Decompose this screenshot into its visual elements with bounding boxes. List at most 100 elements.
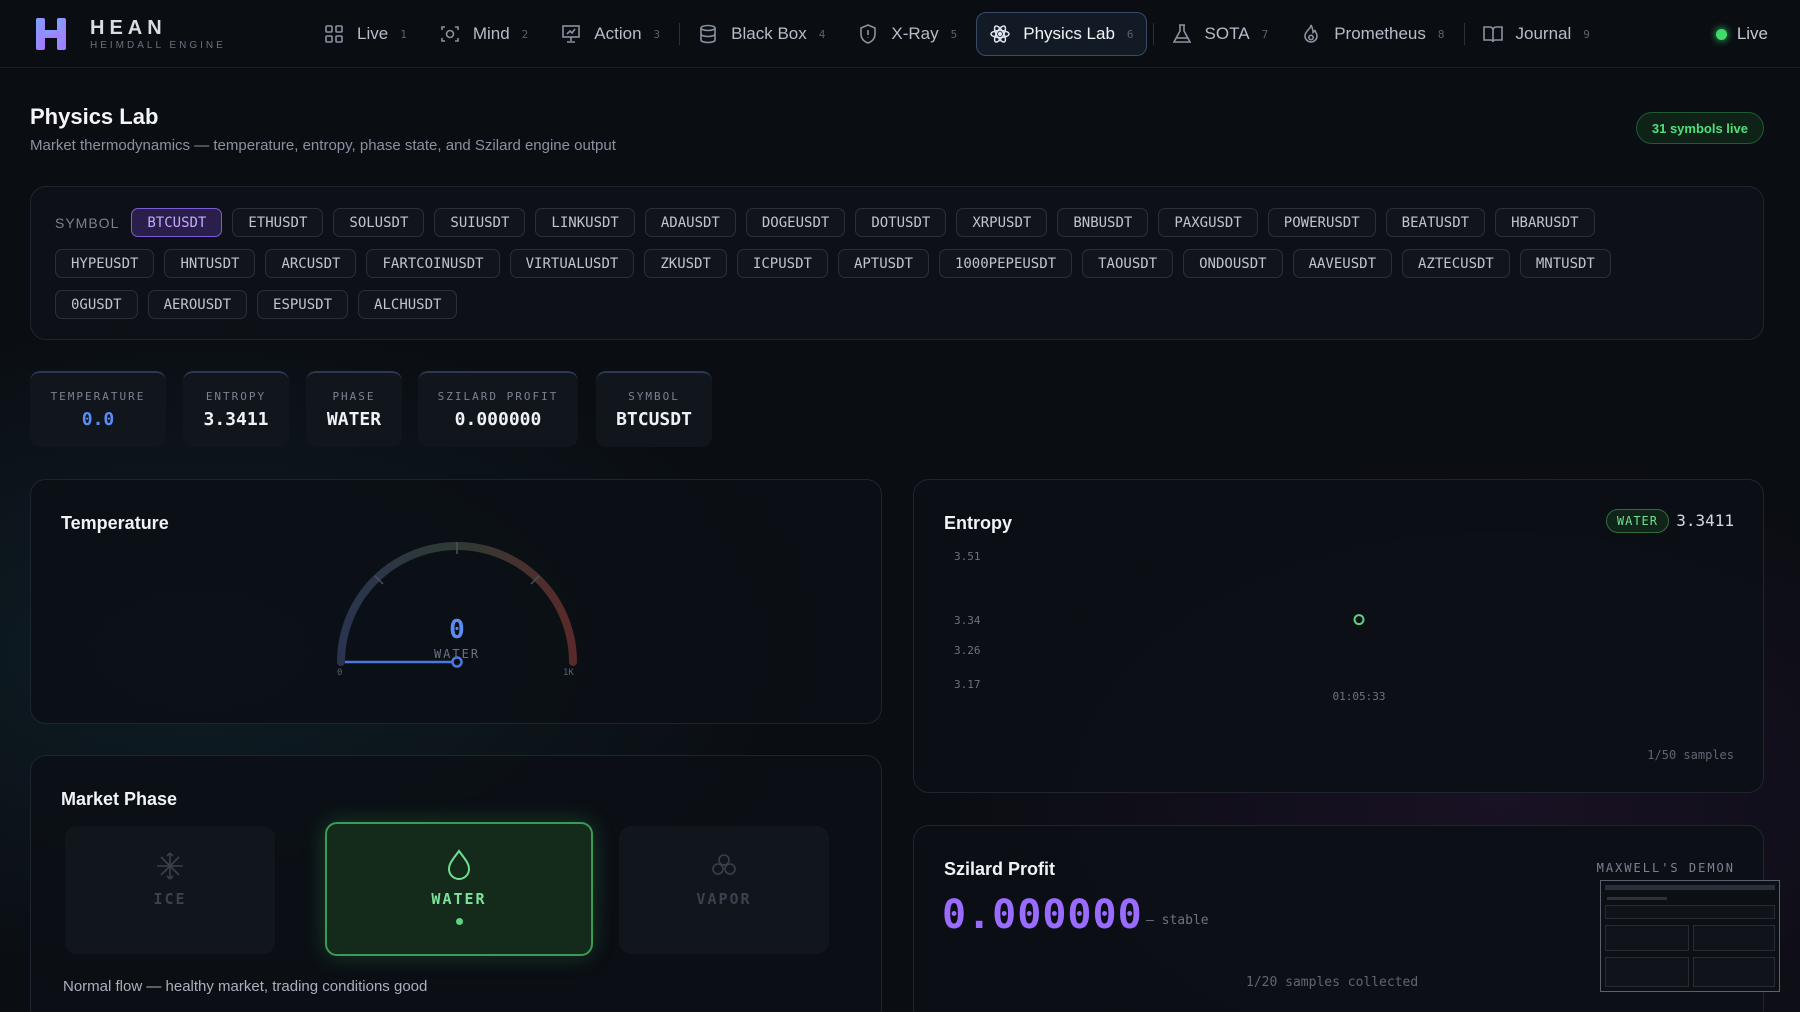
phase-name: VAPOR	[696, 890, 752, 908]
nav-divider	[679, 23, 681, 45]
brand[interactable]: HEAN HEIMDALL ENGINE	[34, 16, 226, 52]
symbol-chip-icpusdt[interactable]: ICPUSDT	[736, 249, 828, 278]
entropy-panel: Entropy WATER 3.3411 3.51 3.34 3.26 3.17 01:…	[913, 479, 1764, 793]
nav-tab-journal[interactable]: Journal 9	[1469, 12, 1603, 56]
symbol-chip-dogeusdt[interactable]: DOGEUSDT	[745, 208, 846, 237]
symbol-chip-mntusdt[interactable]: MNTUSDT	[1519, 249, 1611, 278]
presentation-chart-icon	[560, 23, 582, 45]
flame-icon	[1300, 23, 1322, 45]
nav-shortcut: 3	[653, 27, 661, 41]
symbol-chip-arcusdt[interactable]: ARCUSDT	[265, 249, 357, 278]
thumb-box	[1605, 905, 1775, 919]
thumb-box	[1605, 925, 1689, 951]
symbol-chip-aztecusdt[interactable]: AZTECUSDT	[1402, 249, 1510, 278]
snowflake-icon	[65, 850, 275, 882]
temperature-gauge: 0 WATER 0 1K	[337, 542, 577, 678]
symbol-chip-solusdt[interactable]: SOLUSDT	[333, 208, 425, 237]
nav-tabs: Live 1 Mind 2 Action 3 Black Box 4 X-Ray…	[310, 12, 1609, 56]
symbol-chip-ethusdt[interactable]: ETHUSDT	[232, 208, 324, 237]
symbol-chip-adausdt[interactable]: ADAUSDT	[644, 208, 736, 237]
symbol-chip-hntusdt[interactable]: HNTUSDT	[164, 249, 256, 278]
maxwells-demon-label: MAXWELL'S DEMON	[1596, 861, 1735, 875]
nav-tab-action[interactable]: Action 3	[547, 12, 673, 56]
book-icon	[1482, 23, 1504, 45]
nav-tab-sota[interactable]: SOTA 7	[1158, 12, 1282, 56]
symbol-chip-bnbusdt[interactable]: BNBUSDT	[1057, 208, 1149, 237]
nav-tab-x-ray[interactable]: X-Ray 5	[844, 12, 970, 56]
hean-logo-icon	[36, 18, 66, 50]
stat-label: SZILARD PROFIT	[437, 390, 559, 403]
stat-card-symbol: SYMBOL BTCUSDT	[596, 371, 712, 447]
entropy-current-value: 3.3411	[1676, 511, 1734, 530]
symbol-chip-suiusdt[interactable]: SUIUSDT	[434, 208, 526, 237]
y-tick-label: 3.26	[954, 644, 981, 657]
database-icon	[697, 23, 719, 45]
symbol-chip-hbarusdt[interactable]: HBARUSDT	[1495, 208, 1595, 237]
symbol-chip-1000pepeusdt[interactable]: 1000PEPEUSDT	[938, 249, 1073, 278]
symbol-chip-aaveusdt[interactable]: AAVEUSDT	[1292, 249, 1392, 278]
symbol-chip-paxgusdt[interactable]: PAXGUSDT	[1158, 208, 1258, 237]
symbol-chip-dotusdt[interactable]: DOTUSDT	[855, 208, 947, 237]
symbol-chip-aptusdt[interactable]: APTUSDT	[837, 249, 929, 278]
nav-tab-prometheus[interactable]: Prometheus 8	[1287, 12, 1457, 56]
nav-label: X-Ray	[891, 24, 939, 43]
symbol-chip-beatusdt[interactable]: BEATUSDT	[1385, 208, 1486, 237]
page-title: Physics Lab	[30, 104, 159, 129]
nav-tab-mind[interactable]: Mind 2	[426, 12, 541, 56]
thumb-navbar	[1605, 885, 1775, 890]
gauge-value: 0	[449, 615, 465, 645]
symbol-chip-powerusdt[interactable]: POWERUSDT	[1267, 208, 1376, 237]
phase-option-water: WATER	[325, 822, 593, 956]
nav-tab-live[interactable]: Live 1	[310, 12, 420, 56]
symbol-chip-hypeusdt[interactable]: HYPEUSDT	[55, 249, 155, 278]
thumb-line	[1607, 897, 1667, 900]
stat-value: 3.3411	[203, 409, 269, 430]
nav-shortcut: 6	[1126, 27, 1134, 41]
symbol-chip-alchusdt[interactable]: ALCHUSDT	[358, 290, 458, 319]
gauge-max-label: 1K	[563, 668, 574, 678]
stat-value: WATER	[326, 409, 382, 430]
status-dot-icon	[1715, 28, 1727, 40]
samples-collected: 1/20 samples collected	[1246, 975, 1419, 990]
temperature-panel: Temperature 0 WATER 0 1K	[30, 479, 882, 724]
scan-face-icon	[439, 23, 461, 45]
symbol-chip-taousdt[interactable]: TAOUSDT	[1082, 249, 1174, 278]
thumb-box	[1693, 925, 1775, 951]
szilard-profit-value: 0.000000	[942, 892, 1143, 938]
symbol-chip-xrpusdt[interactable]: XRPUSDT	[956, 208, 1048, 237]
entropy-data-point[interactable]	[1353, 614, 1365, 626]
panel-title: Temperature	[61, 513, 169, 533]
phase-option-vapor: VAPOR	[619, 826, 829, 954]
brand-subtitle: HEIMDALL ENGINE	[90, 39, 226, 51]
stat-label: SYMBOL	[628, 390, 680, 403]
nav-divider	[1463, 23, 1465, 45]
nav-tab-physics-lab[interactable]: Physics Lab 6	[976, 12, 1147, 56]
screenshot-thumbnail[interactable]	[1600, 880, 1780, 992]
phase-option-ice: ICE	[65, 826, 275, 954]
symbol-chip-espusdt[interactable]: ESPUSDT	[257, 290, 349, 319]
symbol-chip-fartcoinusdt[interactable]: FARTCOINUSDT	[366, 249, 500, 278]
x-tick-label: 01:05:33	[1333, 690, 1386, 703]
nav-divider	[1152, 23, 1154, 45]
stat-label: TEMPERATURE	[50, 390, 146, 403]
nav-shortcut: 1	[400, 27, 407, 41]
panel-title: Entropy	[944, 513, 1013, 533]
nav-label: Physics Lab	[1023, 24, 1115, 43]
symbol-chip-ondousdt[interactable]: ONDOUSDT	[1183, 249, 1283, 278]
gauge-min-label: 0	[337, 668, 342, 678]
symbol-chip-linkusdt[interactable]: LINKUSDT	[535, 208, 635, 237]
symbol-chip-btcusdt[interactable]: BTCUSDT	[131, 208, 223, 237]
connection-status: Live	[1715, 24, 1768, 44]
nav-shortcut: 8	[1437, 27, 1445, 41]
nav-tab-black-box[interactable]: Black Box 4	[684, 12, 838, 56]
symbol-chip-aerousdt[interactable]: AEROUSDT	[147, 290, 248, 319]
phase-description: Normal flow — healthy market, trading co…	[63, 978, 428, 995]
symbol-chip-virtualusdt[interactable]: VIRTUALUSDT	[509, 249, 635, 278]
symbol-chip-0gusdt[interactable]: 0GUSDT	[55, 290, 138, 319]
brand-name: HEAN	[90, 16, 167, 39]
stat-card-temperature: TEMPERATURE 0.0	[30, 371, 166, 447]
symbol-chip-zkusdt[interactable]: ZKUSDT	[644, 249, 727, 278]
stat-card-phase: PHASE WATER	[306, 371, 402, 447]
y-tick-label: 3.51	[954, 550, 981, 563]
trend-label: — stable	[1146, 913, 1209, 928]
